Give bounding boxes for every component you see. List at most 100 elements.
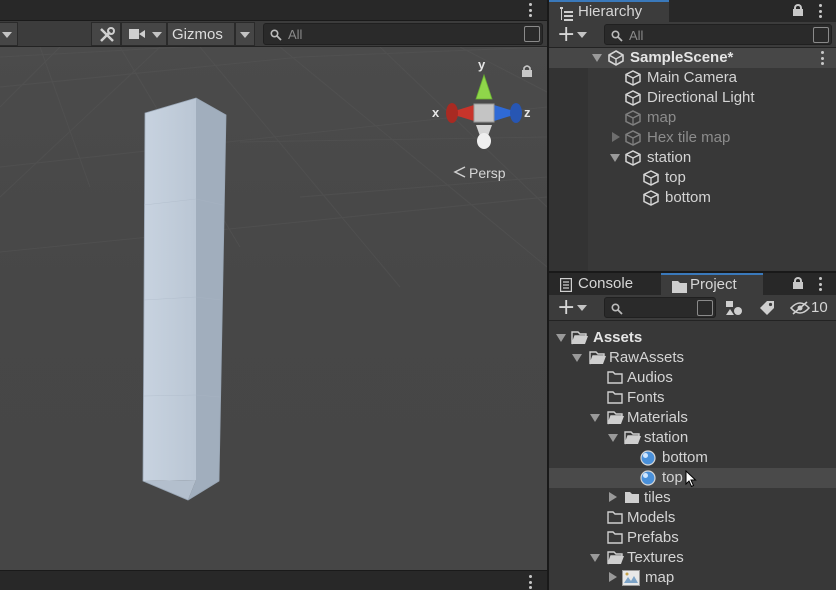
scene-search-input[interactable]: All [263,23,543,45]
expand-icon[interactable] [608,434,618,442]
asset-label: top [662,469,683,486]
folder-label: Materials [627,409,688,426]
hidden-packages-icon[interactable] [790,301,810,315]
hierarchy-search-input[interactable]: All [604,24,832,45]
add-dropdown-icon[interactable] [577,32,587,38]
tree-row[interactable]: RawAssets [549,348,836,368]
draw-mode-dropdown[interactable] [0,22,18,46]
folder-open-icon [624,431,641,445]
scene-name: SampleScene* [630,49,734,66]
gameobject-icon [643,190,659,206]
object-picker-icon[interactable] [697,300,713,316]
tree-row[interactable]: Textures [549,548,836,568]
asset-label: map [645,569,675,586]
station-object[interactable] [142,97,227,501]
project-search-input[interactable] [604,297,716,318]
folder-open-icon [607,411,624,425]
gizmos-label: Gizmos [172,26,223,43]
expand-icon[interactable] [556,334,566,342]
tree-row[interactable]: Directional Light [549,88,836,108]
toolbar-spacer [20,22,90,46]
tree-row[interactable]: map [549,108,836,128]
gameobject-icon [625,130,641,146]
expand-icon[interactable] [612,132,620,142]
expand-icon[interactable] [572,354,582,362]
tree-row[interactable]: top [549,168,836,188]
tree-row[interactable]: station [549,428,836,448]
add-dropdown-icon[interactable] [577,305,587,311]
tree-row[interactable]: Materials [549,408,836,428]
filter-by-label-icon[interactable] [759,300,775,316]
project-panel: Console Project + 10 Assets RawAssets Au… [549,273,836,590]
tree-row[interactable]: station [549,148,836,168]
filter-by-type-icon[interactable] [725,300,743,316]
gizmos-dropdown[interactable] [235,22,255,46]
folder-open-icon [589,351,606,365]
expand-icon[interactable] [609,492,617,502]
add-icon[interactable]: + [557,297,575,319]
folder-label: Prefabs [627,529,679,546]
expand-icon[interactable] [609,572,617,582]
scene-viewport[interactable]: y x z Persp [0,47,547,570]
folder-icon [625,492,639,503]
tree-row[interactable]: Hex tile map [549,128,836,148]
tree-row[interactable]: Fonts [549,388,836,408]
object-picker-icon[interactable] [813,27,829,43]
camera-dropdown[interactable] [121,22,167,46]
expand-icon[interactable] [590,414,600,422]
tab-project-label: Project [690,276,737,293]
tools-toggle[interactable] [91,22,121,46]
folder-icon [607,391,623,404]
tab-console[interactable]: Console [549,273,661,295]
unity-scene-icon [608,50,624,66]
item-label: bottom [665,189,711,206]
tree-row[interactable]: Main Camera [549,68,836,88]
tree-row-selected[interactable]: top [549,468,836,488]
tree-row[interactable]: bottom [549,448,836,468]
search-icon [611,303,623,315]
item-label: map [647,109,677,126]
tab-project[interactable]: Project [661,273,763,295]
folder-open-icon [571,331,588,345]
project-toolbar: + 10 [549,295,836,321]
hierarchy-tab-bar: Hierarchy [549,0,836,22]
tree-row[interactable]: map [549,568,836,588]
expand-icon[interactable] [590,554,600,562]
add-icon[interactable]: + [557,24,575,46]
gameobject-icon [625,110,641,126]
expand-icon[interactable] [592,54,602,62]
lock-icon[interactable] [793,277,803,289]
search-icon [611,30,623,42]
hidden-packages-count: 10 [811,299,828,316]
hierarchy-menu-icon[interactable] [817,4,823,18]
asset-label: bottom [662,449,708,466]
tree-row[interactable]: tiles [549,488,836,508]
gizmo-x-label: x [432,105,440,120]
scene-menu-icon[interactable] [527,3,533,17]
folder-icon [672,281,687,293]
expand-icon[interactable] [610,154,620,162]
tab-hierarchy[interactable]: Hierarchy [549,0,669,22]
tree-row-scene[interactable]: SampleScene* [549,48,836,68]
material-icon [640,470,656,486]
project-menu-icon[interactable] [817,277,823,291]
tree-row[interactable]: Assets [549,328,836,348]
folder-label: Fonts [627,389,665,406]
tree-row[interactable]: Audios [549,368,836,388]
folder-label: Audios [627,369,673,386]
projection-label[interactable]: Persp [469,165,506,181]
bottom-menu-icon[interactable] [527,575,533,589]
scene-menu-icon[interactable] [819,51,825,65]
project-tab-bar: Console Project [549,273,836,295]
folder-label: Textures [627,549,684,566]
tree-row[interactable]: bottom [549,188,836,208]
lock-icon[interactable] [793,4,803,16]
gameobject-icon [643,170,659,186]
gizmos-button[interactable]: Gizmos [167,22,235,46]
object-picker-icon[interactable] [524,26,540,42]
gameobject-icon [625,150,641,166]
scene-view[interactable]: Gizmos All y x z Persp [0,0,547,590]
tree-row[interactable]: Models [549,508,836,528]
hierarchy-panel: Hierarchy + All SampleScene* Main Camera… [549,0,836,271]
tree-row[interactable]: Prefabs [549,528,836,548]
